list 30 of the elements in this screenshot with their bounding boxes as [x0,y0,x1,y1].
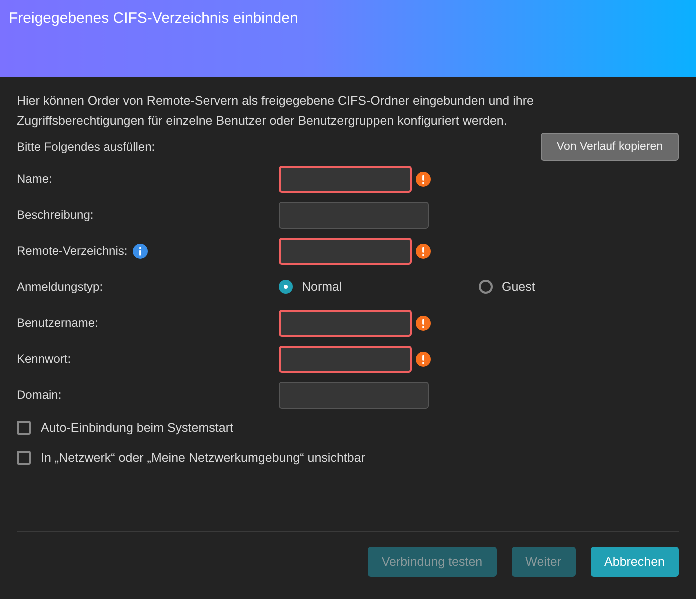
copy-history-button[interactable]: Von Verlauf kopieren [541,133,679,161]
radio-button[interactable] [479,280,493,294]
radio-label[interactable]: Normal [302,280,342,294]
checkbox[interactable] [17,451,31,465]
checkbox-label[interactable]: In „Netzwerk“ oder „Meine Netzwerkumgebung“ unsichtbar [41,451,366,465]
input-field[interactable] [279,202,429,228]
checkbox-label[interactable]: Auto-Einbindung beim Systemstart [41,421,234,435]
window-title: Freigegebenes CIFS-Verzeichnis einbinden [9,10,300,27]
intro-text: Hier können Order von Remote-Servern als freigegebene CIFS-Ordner eingebunden und ihre Zugriffsberechtigungen für einzelne Benutzer oder Benutzergruppen konfiguriert werden. [17,93,535,130]
field-label: Benutzername: [17,316,98,330]
warning-icon [416,244,431,258]
prompt-text: Bitte Folgendes ausfüllen: [17,140,156,154]
input-field[interactable] [279,166,412,192]
input-field[interactable] [279,346,412,372]
input-field[interactable] [279,238,412,264]
radio-button[interactable] [279,280,293,294]
field-label: Anmeldungstyp: [17,280,104,294]
info-icon[interactable] [132,244,148,258]
input-field[interactable] [279,310,412,336]
radio-label[interactable]: Guest [502,280,536,294]
warning-icon [416,316,431,330]
warning-icon [416,352,431,366]
field-label: Name: [17,172,52,186]
field-label: Remote-Verzeichnis: [17,244,128,258]
checkbox[interactable] [17,421,31,435]
field-label: Beschreibung: [17,208,94,222]
field-label: Domain: [17,388,62,402]
input-field[interactable] [279,382,429,408]
warning-icon [416,172,431,186]
field-label: Kennwort: [17,352,72,366]
